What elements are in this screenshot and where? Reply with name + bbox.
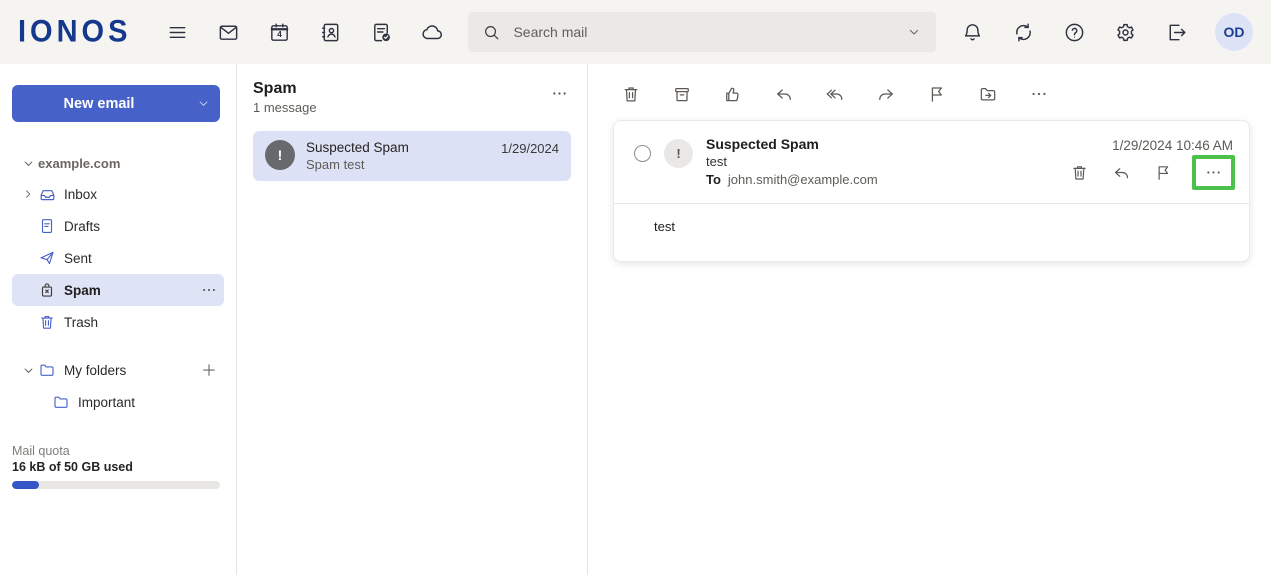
inbox-icon: [38, 185, 64, 204]
not-spam-thumbs-up-icon[interactable]: [723, 84, 743, 104]
reply-all-icon[interactable]: [825, 84, 845, 104]
quota-usage: 16 kB of 50 GB used: [12, 460, 220, 474]
settings-gear-icon[interactable]: [1113, 20, 1137, 44]
new-email-label: New email: [12, 96, 186, 112]
sent-icon: [38, 249, 64, 267]
message-header: ! Suspected Spam test To john.smith@exam…: [614, 121, 1249, 203]
reply-icon[interactable]: [1112, 163, 1131, 182]
quota-progress-fill: [12, 481, 39, 489]
sidebar-item-trash[interactable]: Trash: [12, 306, 224, 338]
mail-item-subject: Spam test: [306, 157, 490, 172]
mail-item-texts: Suspected Spam Spam test: [306, 140, 490, 172]
folder-label: Trash: [64, 315, 98, 330]
list-header: Spam 1 message: [237, 64, 587, 125]
sender-avatar: !: [265, 140, 295, 170]
list-title: Spam: [253, 80, 571, 98]
message-list-pane: Spam 1 message ! Suspected Spam Spam tes…: [237, 64, 588, 575]
logout-icon[interactable]: [1164, 20, 1188, 44]
move-to-folder-icon[interactable]: [978, 84, 998, 104]
folder-icon: [38, 361, 64, 379]
search-input[interactable]: [513, 24, 906, 40]
user-avatar[interactable]: OD: [1215, 13, 1253, 51]
list-message-count: 1 message: [253, 100, 571, 115]
chevron-down-icon[interactable]: [18, 156, 38, 171]
sidebar-item-sent[interactable]: Sent: [12, 242, 224, 274]
sidebar-item-my-folders[interactable]: My folders: [12, 354, 224, 386]
account-label: example.com: [38, 156, 120, 171]
message-to-line: To john.smith@example.com: [706, 172, 878, 187]
message-select-radio[interactable]: [634, 145, 651, 162]
my-folders-label: My folders: [64, 363, 126, 378]
folder-icon: [52, 393, 78, 411]
folder-label: Inbox: [64, 187, 97, 202]
quota-progress-bar: [12, 481, 220, 489]
reply-icon[interactable]: [774, 84, 794, 104]
message-sender: Suspected Spam: [706, 136, 878, 152]
list-more-icon[interactable]: [550, 84, 569, 103]
sidebar-item-drafts[interactable]: Drafts: [12, 210, 224, 242]
message-card: ! Suspected Spam test To john.smith@exam…: [613, 120, 1250, 262]
message-datetime: 1/29/2024 10:46 AM: [1070, 138, 1233, 153]
folder-label: Sent: [64, 251, 92, 266]
search-options-chevron-icon[interactable]: [906, 24, 922, 40]
calendar-icon[interactable]: 4: [267, 20, 291, 44]
message-more-button-highlighted[interactable]: [1192, 155, 1235, 190]
forward-icon[interactable]: [876, 84, 896, 104]
delete-icon[interactable]: [621, 84, 641, 104]
new-email-button[interactable]: New email: [12, 85, 220, 122]
mail-item-sender: Suspected Spam: [306, 140, 490, 155]
tasks-icon[interactable]: [369, 20, 393, 44]
help-icon[interactable]: [1062, 20, 1086, 44]
reading-pane: ! Suspected Spam test To john.smith@exam…: [588, 64, 1271, 575]
message-subject: test: [706, 154, 878, 169]
quota-label: Mail quota: [12, 444, 220, 458]
message-meta: Suspected Spam test To john.smith@exampl…: [706, 136, 878, 187]
chevron-down-icon[interactable]: [18, 363, 38, 378]
folder-label: Important: [78, 395, 135, 410]
message-body: test: [614, 204, 1249, 261]
cloud-icon[interactable]: [420, 20, 444, 44]
account-node[interactable]: example.com: [12, 148, 224, 178]
topbar-actions: OD: [960, 13, 1253, 51]
folder-sidebar: New email example.com Inbox Drafts Sen: [0, 64, 237, 575]
refresh-icon[interactable]: [1011, 20, 1035, 44]
sidebar-item-important[interactable]: Important: [12, 386, 224, 418]
message-toolbar: [588, 64, 1271, 120]
mail-quota: Mail quota 16 kB of 50 GB used: [12, 444, 220, 489]
spam-icon: [38, 281, 64, 299]
main-layout: New email example.com Inbox Drafts Sen: [0, 64, 1271, 575]
ionos-logo[interactable]: IONOS: [18, 14, 131, 50]
folder-label: Spam: [64, 283, 101, 298]
list-item[interactable]: ! Suspected Spam Spam test 1/29/2024: [253, 131, 571, 181]
flag-icon[interactable]: [927, 84, 947, 104]
top-bar: IONOS 4 OD: [0, 0, 1271, 64]
notifications-bell-icon[interactable]: [960, 20, 984, 44]
sidebar-item-spam[interactable]: Spam: [12, 274, 224, 306]
flag-icon[interactable]: [1154, 163, 1173, 182]
recipient-address: john.smith@example.com: [728, 172, 878, 187]
new-email-chevron-icon[interactable]: [186, 96, 220, 111]
search-icon: [482, 23, 501, 42]
message-actions: [1070, 163, 1233, 182]
spam-more-icon[interactable]: [200, 281, 218, 299]
message-sender-avatar: !: [664, 139, 693, 168]
message-header-right: 1/29/2024 10:46 AM: [1070, 136, 1233, 182]
search-bar[interactable]: [468, 12, 936, 52]
drafts-icon: [38, 217, 64, 235]
sidebar-item-inbox[interactable]: Inbox: [12, 178, 224, 210]
folder-label: Drafts: [64, 219, 100, 234]
to-label: To: [706, 172, 721, 187]
menu-icon[interactable]: [165, 20, 189, 44]
app-switcher: 4: [165, 20, 444, 44]
folder-tree: example.com Inbox Drafts Sent Spam: [0, 148, 236, 418]
mail-icon[interactable]: [216, 20, 240, 44]
add-folder-plus-icon[interactable]: [200, 361, 218, 379]
chevron-right-icon[interactable]: [18, 187, 38, 201]
toolbar-more-icon[interactable]: [1029, 84, 1049, 104]
delete-icon[interactable]: [1070, 163, 1089, 182]
contacts-icon[interactable]: [318, 20, 342, 44]
trash-icon: [38, 313, 64, 331]
mail-item-date: 1/29/2024: [501, 141, 559, 156]
archive-icon[interactable]: [672, 84, 692, 104]
